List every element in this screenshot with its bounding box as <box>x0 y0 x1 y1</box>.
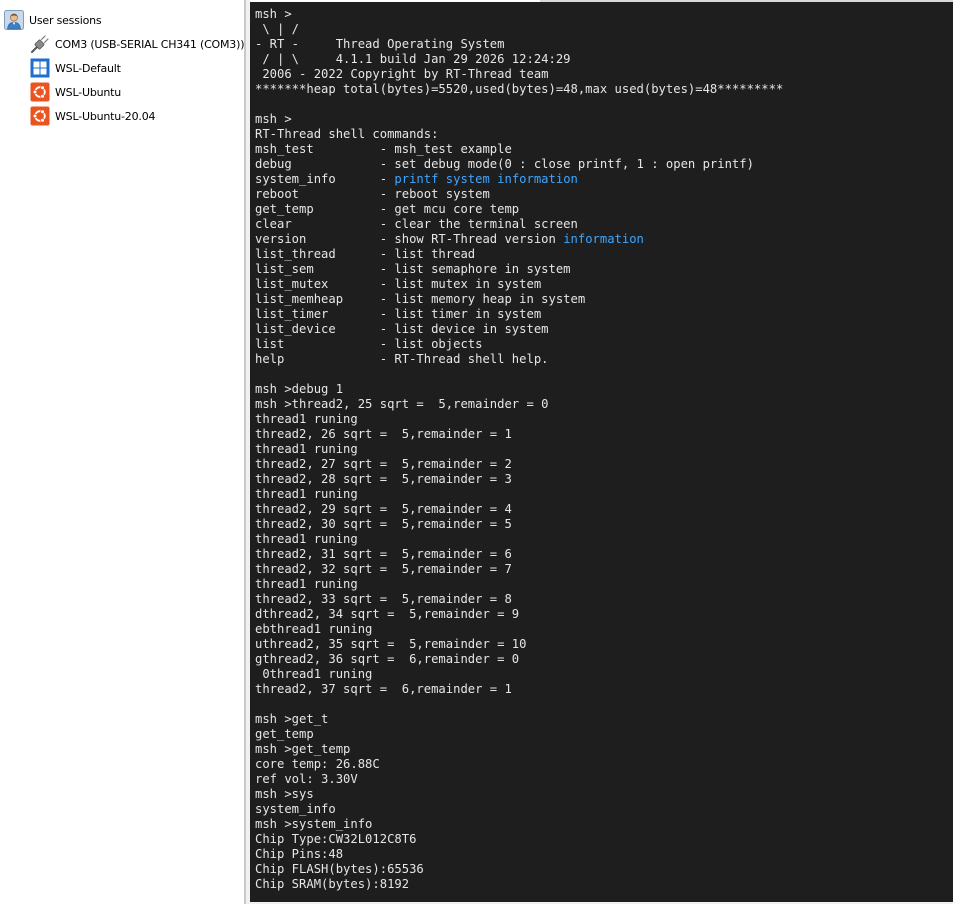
terminal-line: thread1 runing <box>255 577 358 591</box>
terminal-line: msh > <box>255 7 292 21</box>
terminal-line: msh >get_t <box>255 712 329 726</box>
terminal-line: RT-Thread shell commands: <box>255 127 439 141</box>
terminal-line: system_info <box>255 802 336 816</box>
terminal-line: 2006 - 2022 Copyright by RT-Thread team <box>255 67 549 81</box>
terminal-line: ebthread1 runing <box>255 622 373 636</box>
terminal-line: 0thread1 runing <box>255 667 373 681</box>
session-label-wsl-default: WSL-Default <box>55 61 121 75</box>
terminal-line: list_sem - list semaphore in system <box>255 262 571 276</box>
sessions-root-label: User sessions <box>29 13 102 27</box>
user-sessions-icon <box>4 10 24 30</box>
session-label-wsl-ubuntu-2004: WSL-Ubuntu-20.04 <box>55 109 156 123</box>
terminal-highlight: printf system <box>394 172 490 186</box>
terminal-line: thread2, 37 sqrt = 6,remainder = 1 <box>255 682 512 696</box>
session-label-wsl-ubuntu: WSL-Ubuntu <box>55 85 122 99</box>
terminal-line: thread2, 33 sqrt = 5,remainder = 8 <box>255 592 512 606</box>
session-item-com3[interactable]: COM3 (USB-SERIAL CH341 (COM3)) <box>30 34 244 54</box>
terminal-line: thread2, 26 sqrt = 5,remainder = 1 <box>255 427 512 441</box>
session-item-wsl-ubuntu-2004[interactable]: WSL-Ubuntu-20.04 <box>30 106 155 126</box>
terminal-line: thread1 runing <box>255 412 358 426</box>
terminal-line: thread2, 31 sqrt = 5,remainder = 6 <box>255 547 512 561</box>
terminal-line: thread2, 29 sqrt = 5,remainder = 4 <box>255 502 512 516</box>
terminal-line: Chip SRAM(bytes):8192 <box>255 877 410 891</box>
terminal-line: msh_test - msh_test example <box>255 142 512 156</box>
session-item-wsl-default[interactable]: WSL-Default <box>30 58 121 78</box>
terminal-line: Chip Type:CW32L012C8T6 <box>255 832 417 846</box>
terminal-output: msh > \ | / - RT - Thread Operating Syste… <box>255 7 783 892</box>
terminal-line: uthread2, 35 sqrt = 5,remainder = 10 <box>255 637 527 651</box>
terminal-line: reboot - reboot system <box>255 187 490 201</box>
ubuntu-logo-icon <box>30 106 50 126</box>
terminal-line: msh >thread2, 25 sqrt = 5,remainder = 0 <box>255 397 549 411</box>
terminal-line: thread1 runing <box>255 442 358 456</box>
terminal-view[interactable]: msh > \ | / - RT - Thread Operating Syste… <box>250 2 953 902</box>
terminal-line: thread2, 32 sqrt = 5,remainder = 7 <box>255 562 512 576</box>
terminal-line: thread2, 30 sqrt = 5,remainder = 5 <box>255 517 512 531</box>
ubuntu-logo-icon <box>30 82 50 102</box>
terminal-line: msh >sys <box>255 787 314 801</box>
terminal-line: system_info - printf system information <box>255 172 578 186</box>
terminal-line: list_mutex - list mutex in system <box>255 277 542 291</box>
terminal-line: ref vol: 3.30V <box>255 772 358 786</box>
terminal-line: list_memheap - list memory heap in syste… <box>255 292 586 306</box>
terminal-line: thread2, 28 sqrt = 5,remainder = 3 <box>255 472 512 486</box>
terminal-line: clear - clear the terminal screen <box>255 217 578 231</box>
terminal-line: msh >debug 1 <box>255 382 344 396</box>
windows-logo-icon <box>30 58 50 78</box>
terminal-line: list - list objects <box>255 337 483 351</box>
terminal-line: get_temp - get mcu core temp <box>255 202 520 216</box>
terminal-line: msh >get_temp <box>255 742 351 756</box>
terminal-line: list_device - list device in system <box>255 322 549 336</box>
terminal-line: / | \ 4.1.1 build Jan 29 2026 12:24:29 <box>255 52 571 66</box>
terminal-line: thread1 runing <box>255 532 358 546</box>
terminal-line: msh >system_info <box>255 817 373 831</box>
sessions-panel: User sessions COM3 (USB-SERIAL CH341 (CO… <box>0 0 246 904</box>
terminal-highlight: information <box>563 232 644 246</box>
terminal-highlight: information <box>497 172 578 186</box>
sessions-root[interactable]: User sessions <box>4 10 102 30</box>
terminal-line: core temp: 26.88C <box>255 757 380 771</box>
session-item-wsl-ubuntu[interactable]: WSL-Ubuntu <box>30 82 121 102</box>
terminal-line: \ | / <box>255 22 300 36</box>
terminal-line: gthread2, 36 sqrt = 6,remainder = 0 <box>255 652 520 666</box>
terminal-line: Chip FLASH(bytes):65536 <box>255 862 424 876</box>
terminal-line: get_temp <box>255 727 314 741</box>
terminal-line: - RT - Thread Operating System <box>255 37 505 51</box>
terminal-line: list_timer - list timer in system <box>255 307 542 321</box>
terminal-line: help - RT-Thread shell help. <box>255 352 549 366</box>
terminal-line: msh > <box>255 112 292 126</box>
session-label-com3: COM3 (USB-SERIAL CH341 (COM3)) <box>55 37 245 51</box>
terminal-line: list_thread - list thread <box>255 247 476 261</box>
terminal-line: Chip Pins:48 <box>255 847 344 861</box>
terminal-line: thread1 runing <box>255 487 358 501</box>
terminal-line: version - show RT-Thread version informa… <box>255 232 644 246</box>
terminal-line: debug - set debug mode(0 : close printf,… <box>255 157 754 171</box>
terminal-line: thread2, 27 sqrt = 5,remainder = 2 <box>255 457 512 471</box>
terminal-line: *******heap total(bytes)=5520,used(bytes… <box>255 82 784 96</box>
serial-plug-icon <box>30 34 50 54</box>
terminal-line: dthread2, 34 sqrt = 5,remainder = 9 <box>255 607 520 621</box>
